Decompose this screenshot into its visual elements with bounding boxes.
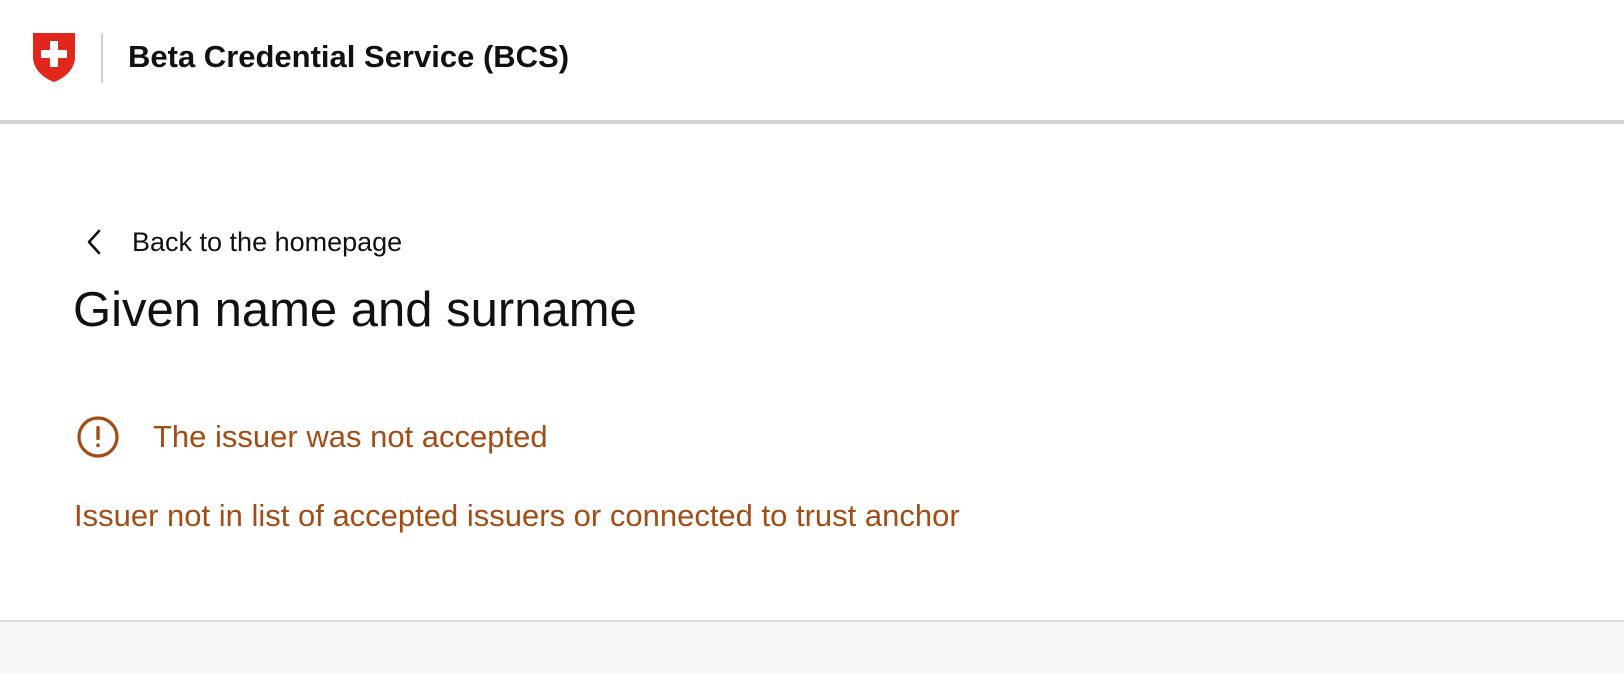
chevron-left-icon (82, 222, 106, 262)
app-title: Beta Credential Service (BCS) (128, 39, 570, 74)
page-title: Given name and surname (73, 283, 637, 337)
page-footer (0, 620, 1624, 674)
swiss-coat-of-arms-icon[interactable] (31, 31, 77, 83)
exclamation-circle-icon (75, 414, 121, 460)
back-to-homepage-link[interactable]: Back to the homepage (82, 222, 402, 262)
alert-detail: Issuer not in list of accepted issuers o… (74, 498, 960, 533)
alert-title: The issuer was not accepted (153, 419, 548, 454)
back-link-label: Back to the homepage (132, 227, 403, 257)
error-alert: The issuer was not accepted (75, 414, 548, 460)
app-header: Beta Credential Service (BCS) (0, 0, 1624, 124)
header-divider (101, 33, 103, 83)
